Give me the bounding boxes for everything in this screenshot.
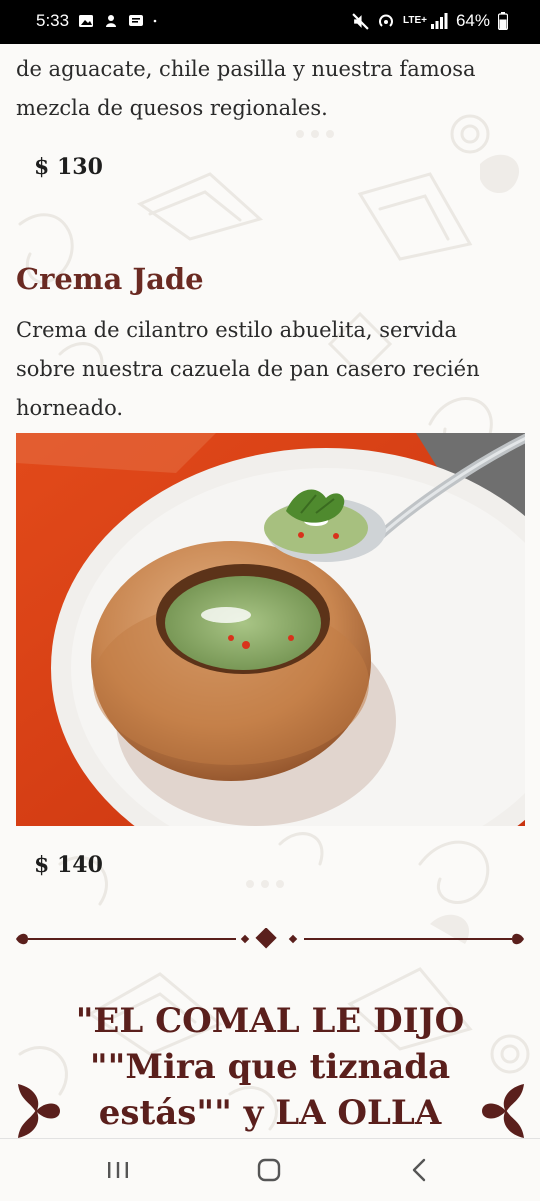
soup-bread-bowl-photo bbox=[16, 433, 525, 826]
dish-title: Crema Jade bbox=[16, 262, 204, 296]
dot-icon bbox=[153, 19, 157, 23]
mute-icon bbox=[352, 12, 369, 30]
dish-description: Crema de cilantro estilo abuelita, servi… bbox=[16, 318, 480, 420]
message-icon bbox=[129, 15, 144, 26]
lte-signal-icon: LTE+ bbox=[403, 13, 448, 29]
hand-icon bbox=[106, 15, 117, 27]
back-icon[interactable] bbox=[406, 1157, 434, 1183]
signal-bars-icon bbox=[430, 13, 448, 29]
recent-apps-icon[interactable] bbox=[104, 1157, 132, 1183]
home-icon[interactable] bbox=[255, 1157, 283, 1183]
prev-dish-description: de aguacate, chile pasilla y nuestra fam… bbox=[16, 57, 476, 120]
image-icon bbox=[79, 15, 94, 27]
battery-percent: 64% bbox=[455, 11, 490, 30]
menu-page[interactable]: de aguacate, chile pasilla y nuestra fam… bbox=[0, 44, 540, 1138]
battery-icon bbox=[498, 12, 508, 30]
ornamental-divider bbox=[16, 928, 524, 949]
left-corner-ornament-icon bbox=[18, 1084, 60, 1138]
prev-dish-price: $ 130 bbox=[34, 154, 103, 180]
right-corner-ornament-icon bbox=[482, 1084, 524, 1138]
network-label: LTE+ bbox=[402, 15, 427, 26]
popular-saying-quote: "EL COMAL LE DIJO ""Mira que tiznada est… bbox=[75, 1001, 465, 1133]
dish-price: $ 140 bbox=[34, 852, 103, 878]
system-navigation-bar bbox=[0, 1138, 540, 1201]
status-bar: 5:33 LTE+ 64% bbox=[0, 0, 540, 44]
status-time: 5:33 bbox=[36, 11, 70, 30]
hotspot-icon bbox=[379, 14, 393, 27]
